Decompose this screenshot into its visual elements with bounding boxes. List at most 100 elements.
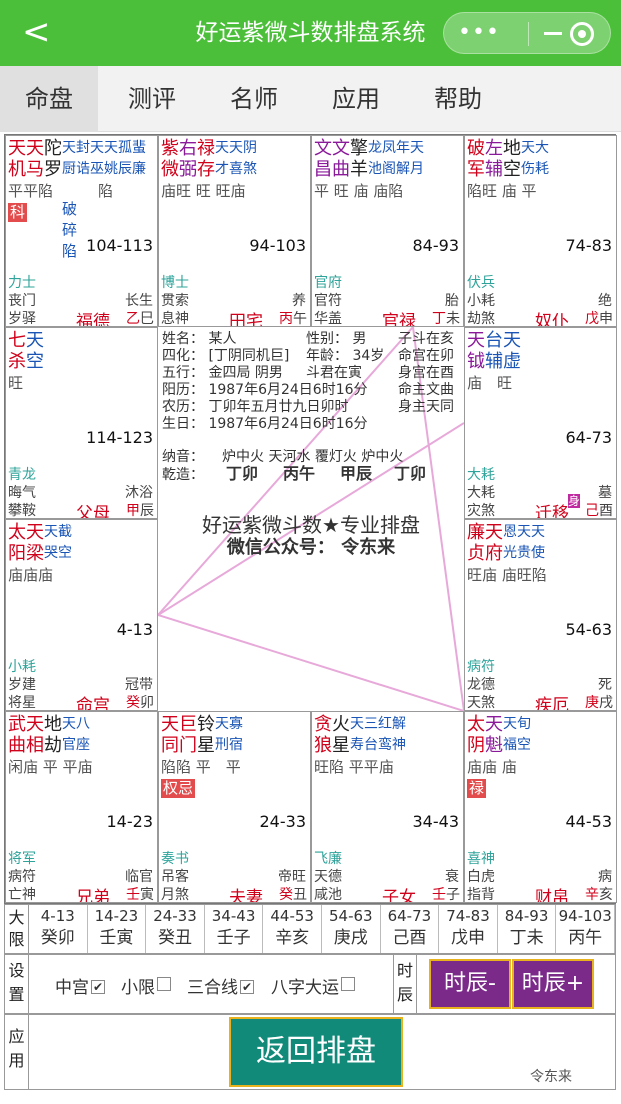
hour-prev-button[interactable]: 时辰-	[429, 959, 511, 1009]
star-brightness: 陷旺 庙 平	[467, 182, 537, 200]
palace-stem-branch: 辛亥	[585, 884, 613, 902]
palace-cell-shen[interactable]: 破左地天大军辅空伤耗 陷旺 庙 平 74-83 伏兵 小耗 劫煞 绝奴仆 戊申	[464, 135, 617, 327]
decade-cell-range: 54-63	[329, 907, 373, 925]
changsheng-phase: 帝旺	[278, 869, 306, 885]
info-gender: 性别： 男	[306, 331, 367, 347]
option-sanhexian-label: 三合线	[187, 978, 238, 998]
tab-yingyong[interactable]: 应用	[308, 66, 404, 132]
star-name: 地	[44, 714, 62, 735]
palace-cell-hai[interactable]: 太天天旬阴魁福空 庙庙 庙禄 44-53 喜神 白虎 指背 病财帛 辛亥	[464, 711, 617, 903]
decade-cell[interactable]: 4-13 癸卯	[29, 905, 88, 953]
decade-cell[interactable]: 94-103 丙午	[556, 905, 615, 953]
star-name: 相	[26, 735, 44, 756]
star-name: 天三红解	[350, 716, 406, 732]
star-name: 微	[161, 159, 179, 180]
star-row: 军辅空伤耗	[467, 159, 549, 180]
checkbox-bazi[interactable]	[341, 977, 355, 991]
star-list: 贪火天三红解狼星寿台鸾神	[314, 714, 406, 756]
palace-cell-mao[interactable]: 太天天截阳梁哭空 庙庙庙 4-13 小耗 岁建 将星 冠带 命宫 癸卯	[5, 519, 158, 711]
more-icon[interactable]: •••	[458, 13, 500, 53]
star-list: 天巨铃天寡同门星刑宿	[161, 714, 243, 756]
sihua-badge-label: 权忌	[161, 779, 196, 798]
palace-stem-branch: 己酉	[585, 500, 613, 518]
decade-range: 4-13	[116, 620, 153, 639]
star-name: 天旬	[503, 716, 531, 732]
option-bazi[interactable]: 八字大运	[271, 973, 355, 998]
palace-cell-wu[interactable]: 紫右禄天天阴微弼存才喜煞 庙旺 旺 旺庙 94-103 博士 贯索 息神 养田宅 丙午	[158, 135, 311, 327]
star-name: 官座	[62, 737, 90, 753]
decade-cell[interactable]: 84-93 丁未	[498, 905, 557, 953]
info-doujun: 斗君在寅	[306, 365, 362, 381]
minor-star: 陷	[62, 242, 78, 260]
palace-cell-chou[interactable]: 天巨铃天寡同门星刑宿 陷陷 平 平权忌 24-33 奏书 吊客 月煞 帝旺 夫妻 癸丑	[158, 711, 311, 903]
star-name: 武	[8, 714, 26, 735]
star-row: 同门星刑宿	[161, 735, 243, 756]
option-zhonggong-label: 中宫	[55, 978, 89, 998]
sihua-badge: 禄	[467, 778, 487, 798]
decade-cell[interactable]: 24-33 癸丑	[146, 905, 205, 953]
close-icon[interactable]	[570, 22, 594, 46]
star-name: 阳	[8, 543, 26, 564]
tab-mingpan[interactable]: 命盘	[0, 66, 98, 132]
star-list: 太天天旬阴魁福空	[467, 714, 531, 756]
hour-next-button[interactable]: 时辰+	[512, 959, 594, 1009]
option-xiaoxian-label: 小限	[121, 978, 155, 998]
decade-cell[interactable]: 54-63 庚戌	[322, 905, 381, 953]
palace-cell-xu[interactable]: 廉天恩天天贞府光贵使 旺庙 庙旺陷 54-63 病符 龙德 天煞 死疾厄 庚戌	[464, 519, 617, 711]
palace-cell-si[interactable]: 天天陀天封天天孤蜚机马罗厨诰巫姚辰廉 平平陷 陷科 破碎陷 104-113 力士 丧门 岁驿…	[5, 135, 158, 327]
watermark: 令东来	[530, 1069, 572, 1085]
star-name: 刑宿	[215, 737, 243, 753]
checkbox-sanhexian[interactable]: ✔	[240, 980, 254, 994]
minimize-icon[interactable]	[544, 32, 562, 35]
tab-bangzhu[interactable]: 帮助	[410, 66, 506, 132]
jiangqian-god: 息神	[161, 311, 189, 327]
decade-cell-ganzhi: 庚戌	[333, 928, 368, 948]
jiangqian-god: 岁驿	[8, 311, 36, 327]
star-name: 擎	[350, 138, 368, 159]
decade-range: 24-33	[259, 812, 307, 831]
tab-mingshi[interactable]: 名师	[206, 66, 302, 132]
info-nayin-label: 纳音：	[162, 449, 204, 465]
star-name: 星	[197, 735, 215, 756]
palace-cell-zi[interactable]: 贪火天三红解狼星寿台鸾神 旺陷 平平庙 34-43 飞廉 天德 咸池 衰子女 壬子	[311, 711, 464, 903]
palace-stem: 丙	[279, 311, 293, 327]
star-list: 七天杀空	[8, 330, 44, 372]
palace-stem-branch: 乙巳	[126, 308, 154, 326]
palace-cell-chen[interactable]: 七天杀空旺 114-123 青龙 晦气 攀鞍 沐浴 父母 甲辰	[5, 327, 158, 519]
star-name: 辅	[485, 159, 503, 180]
star-brightness: 旺	[8, 374, 24, 392]
star-name: 地	[503, 138, 521, 159]
palace-stem-branch: 癸丑	[279, 884, 307, 902]
boshi-god: 大耗	[467, 467, 495, 483]
decade-cell[interactable]: 44-53 辛亥	[263, 905, 322, 953]
sihua-badge: 科	[8, 202, 28, 222]
decade-cell[interactable]: 34-43 壬子	[205, 905, 264, 953]
palace-stem-branch: 壬子	[432, 884, 460, 902]
return-paipan-button[interactable]: 返回排盘	[229, 1017, 403, 1087]
star-list: 天天陀天封天天孤蜚机马罗厨诰巫姚辰廉	[8, 138, 146, 180]
star-name: 七	[8, 330, 26, 351]
checkbox-xiaoxian[interactable]	[157, 977, 171, 991]
star-brightness: 庙庙庙	[8, 566, 54, 584]
star-name: 天	[503, 330, 521, 351]
suijian-god: 白虎	[467, 869, 495, 885]
palace-cell-you[interactable]: 天台天钺辅虚庙 旺身 64-73 大耗 大耗 灾煞墓迁移 己酉	[464, 327, 617, 519]
decade-cell[interactable]: 64-73 己酉	[381, 905, 440, 953]
jiangqian-god: 华盖	[314, 311, 342, 327]
boshi-god: 小耗	[8, 659, 36, 675]
palace-cell-wei[interactable]: 文文擎龙凤年天昌曲羊池阁解月平 旺 庙 庙陷 84-93 官府 官符 华盖 胎官禄 丁未	[311, 135, 464, 327]
checkbox-zhonggong[interactable]: ✔	[91, 980, 105, 994]
decade-range: 94-103	[249, 236, 306, 255]
option-zhonggong[interactable]: 中宫 ✔	[55, 973, 105, 998]
option-xiaoxian[interactable]: 小限	[121, 973, 171, 998]
star-name: 府	[485, 543, 503, 564]
decade-cell[interactable]: 74-83 戊申	[439, 905, 498, 953]
sihua-badge-label: 禄	[467, 779, 487, 798]
star-name: 福空	[503, 737, 531, 753]
palace-stem: 甲	[126, 503, 140, 519]
option-sanhexian[interactable]: 三合线 ✔	[187, 973, 254, 998]
decade-cell[interactable]: 14-23 壬寅	[88, 905, 147, 953]
changsheng-phase: 衰	[445, 869, 459, 885]
tab-ceping[interactable]: 测评	[104, 66, 200, 132]
palace-cell-yin[interactable]: 武天地天八曲相劫官座 闲庙 平 平庙 14-23 将军 病符 亡神 临官 兄弟 壬寅	[5, 711, 158, 903]
